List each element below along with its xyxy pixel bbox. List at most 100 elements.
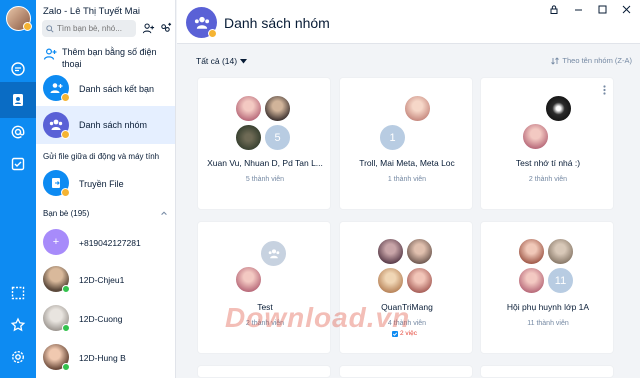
caret-down-icon: [240, 58, 248, 63]
nav-settings[interactable]: [0, 339, 36, 375]
sidebar-item-add-by-phone[interactable]: Thêm bạn bằng số điện thoại: [36, 44, 175, 72]
contacts-icon: [13, 94, 23, 106]
search-icon: [46, 24, 54, 33]
filter-dropdown[interactable]: Tất cả (14): [196, 56, 248, 66]
chat-icon: [11, 62, 25, 76]
group-card[interactable]: 5 Xuan Vu, Nhuan D, Pd Tan L... 5 thành …: [197, 77, 331, 210]
avatar: [43, 266, 70, 293]
star-icon: [10, 317, 26, 332]
groups-panel: Danh sách nhóm Tất cả (14) Theo tên nhóm…: [177, 0, 640, 378]
search-box[interactable]: [42, 20, 136, 37]
list-item[interactable]: 12D-Chjeu1: [36, 265, 175, 295]
friend-name: +819042127281: [79, 238, 141, 248]
friends-heading: Bạn bè (195): [43, 209, 90, 218]
avatar: [377, 238, 404, 265]
group-name: Test nhớ tí nhá :): [515, 158, 581, 168]
list-item[interactable]: 12D-Hung B: [36, 343, 175, 373]
list-item[interactable]: + +819042127281: [36, 228, 175, 258]
group-name: QuanTriMang: [381, 302, 433, 312]
group-card[interactable]: Test 2 thành viên: [197, 221, 331, 354]
member-count-avatar: 1: [379, 124, 406, 151]
avatar: [518, 267, 545, 294]
group-card[interactable]: [339, 365, 473, 378]
group-name: Xuan Vu, Nhuan D, Pd Tan L...: [207, 158, 323, 168]
avatar: [264, 95, 291, 122]
search-input[interactable]: [57, 24, 135, 33]
sidebar-item-groups[interactable]: Danh sách nhóm: [36, 106, 175, 144]
avatar: [404, 95, 431, 122]
avatar: [377, 267, 404, 294]
avatar: [235, 95, 262, 122]
badge-dot: [61, 188, 70, 197]
collapse-icon[interactable]: [160, 209, 168, 217]
more-options-icon[interactable]: [603, 85, 606, 95]
sidebar-item-label: Thêm bạn bằng số điện thoại: [62, 47, 157, 69]
at-sign-icon: [11, 125, 25, 139]
friend-name: 12D-Cuong: [79, 314, 123, 324]
group-card[interactable]: Test nhớ tí nhá :) 2 thành viên: [480, 77, 614, 210]
transfer-heading: Gửi file giữa di động và máy tính: [43, 152, 160, 161]
online-dot: [62, 324, 70, 332]
member-count: 2 thành viên: [245, 320, 285, 327]
member-count: 1 thành viên: [387, 176, 427, 183]
app-title: Zalo - Lê Thị Tuyết Mai: [43, 6, 140, 17]
group-card[interactable]: [480, 365, 614, 378]
user-avatar[interactable]: [6, 6, 32, 31]
add-group-icon: [160, 22, 171, 32]
friend-name: 12D-Chjeu1: [79, 275, 125, 285]
file-transfer-icon: [43, 170, 70, 197]
status-dot: [23, 22, 32, 31]
sidebar-item-file-transfer[interactable]: Truyền File: [36, 167, 175, 201]
nav-favorites[interactable]: [0, 307, 36, 343]
badge-dot: [61, 93, 70, 102]
nav-mentions[interactable]: [0, 114, 36, 150]
badge-dot: [61, 130, 70, 139]
checkbox-icon: [392, 330, 398, 337]
sidebar-item-friend-requests[interactable]: Danh sách kết bạn: [36, 72, 175, 106]
maximize-button[interactable]: [596, 4, 608, 14]
group-name: Troll, Mai Meta, Meta Loc: [359, 158, 455, 168]
gear-icon: [11, 350, 25, 364]
online-dot: [62, 363, 70, 371]
lock-button[interactable]: [548, 4, 560, 14]
create-group-button[interactable]: [157, 20, 173, 36]
avatar: [518, 238, 545, 265]
sort-button[interactable]: Theo tên nhóm (Z-A): [551, 56, 632, 65]
panel-header: Danh sách nhóm: [177, 0, 640, 44]
lock-icon: [550, 4, 558, 14]
screenshot-icon: [11, 286, 25, 300]
sidebar-item-label: Danh sách kết bạn: [79, 84, 155, 94]
avatar: [547, 238, 574, 265]
group-icon: [43, 112, 70, 139]
contacts-sidebar: Zalo - Lê Thị Tuyết Mai Thêm bạn bằng số…: [36, 0, 176, 378]
sidebar-item-label: Truyền File: [79, 179, 124, 189]
close-button[interactable]: [620, 4, 632, 14]
group-card[interactable]: QuanTriMang 4 thành viên 2 việc: [339, 221, 473, 354]
minimize-icon: [574, 9, 582, 10]
nav-screenshot[interactable]: [0, 275, 36, 311]
task-tag[interactable]: 2 việc: [392, 330, 417, 337]
member-count: 4 thành viên: [387, 320, 427, 327]
filter-label: Tất cả (14): [196, 56, 238, 66]
default-group-avatar: [260, 240, 287, 267]
avatar: [522, 123, 549, 150]
avatar: [545, 95, 572, 122]
minimize-button[interactable]: [572, 4, 584, 14]
add-friend-button[interactable]: [140, 20, 156, 36]
group-name: Hội phụ huynh lớp 1A: [506, 302, 590, 312]
group-card[interactable]: 1 Troll, Mai Meta, Meta Loc 1 thành viên: [339, 77, 473, 210]
group-name: Test: [257, 302, 273, 312]
group-card[interactable]: 11 Hội phụ huynh lớp 1A 11 thành viên: [480, 221, 614, 354]
page-title: Danh sách nhóm: [224, 15, 330, 31]
task-tag-label: 2 việc: [400, 330, 417, 337]
avatar: +: [43, 229, 69, 255]
sort-icon: [551, 56, 560, 65]
nav-todo[interactable]: [0, 146, 36, 182]
badge-dot: [208, 29, 217, 38]
sort-label: Theo tên nhóm (Z-A): [562, 56, 632, 65]
nav-contacts[interactable]: [0, 82, 36, 118]
list-item[interactable]: 12D-Cuong: [36, 304, 175, 334]
checkbox-icon: [11, 157, 25, 171]
group-card[interactable]: [197, 365, 331, 378]
member-count-avatar: 11: [547, 267, 574, 294]
